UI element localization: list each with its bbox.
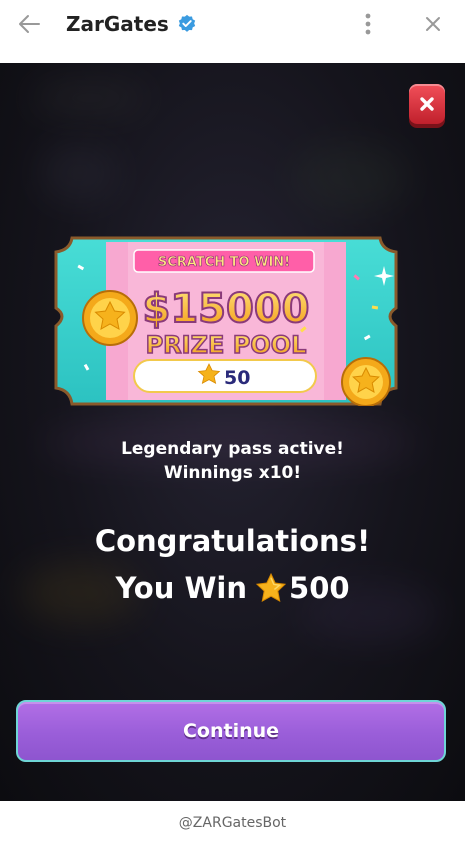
prize-pool-label: PRIZE POOL — [146, 331, 307, 359]
bot-footer: @ZARGatesBot — [0, 801, 465, 845]
background-blur — [290, 143, 410, 213]
vertical-dots-icon — [365, 13, 371, 35]
winnings-multiplier-text: Winnings x10! — [163, 463, 302, 483]
app-title: ZarGates — [66, 12, 169, 36]
continue-button[interactable]: Continue — [16, 700, 446, 762]
background-blur — [40, 143, 120, 203]
bot-handle[interactable]: @ZARGatesBot — [179, 815, 286, 831]
win-amount-line: You Win 500 — [0, 571, 465, 605]
congratulations-heading: Congratulations! — [94, 524, 371, 558]
more-options-button[interactable] — [356, 12, 380, 36]
star-icon — [255, 572, 287, 602]
gold-star-coin-icon — [82, 290, 138, 346]
prize-amount: $15000 — [143, 286, 310, 332]
scratch-ticket[interactable]: SCRATCH TO WIN! $15000 PRIZE POOL 50 — [54, 236, 398, 406]
win-prefix: You Win — [115, 571, 248, 605]
ticket-headline: SCRATCH TO WIN! — [158, 255, 290, 270]
ticket-cost: 50 — [224, 367, 250, 389]
gold-star-coin-icon — [341, 357, 391, 406]
arrow-left-icon — [19, 15, 40, 33]
close-icon — [426, 17, 440, 31]
close-app-button[interactable] — [421, 12, 445, 36]
app-title-group: ZarGates — [66, 12, 197, 36]
red-close-icon — [420, 97, 434, 111]
dialog-close-button[interactable] — [409, 84, 445, 124]
background-blur — [30, 83, 150, 113]
pass-active-text: Legendary pass active! — [121, 439, 344, 459]
win-amount: 500 — [289, 571, 350, 605]
app-header: ZarGates — [0, 0, 465, 63]
game-panel: SCRATCH TO WIN! $15000 PRIZE POOL 50 Leg… — [0, 63, 465, 801]
verified-badge-icon — [178, 14, 195, 32]
back-button[interactable] — [14, 12, 44, 36]
legendary-pass-message: Legendary pass active! Winnings x10! — [0, 437, 465, 485]
